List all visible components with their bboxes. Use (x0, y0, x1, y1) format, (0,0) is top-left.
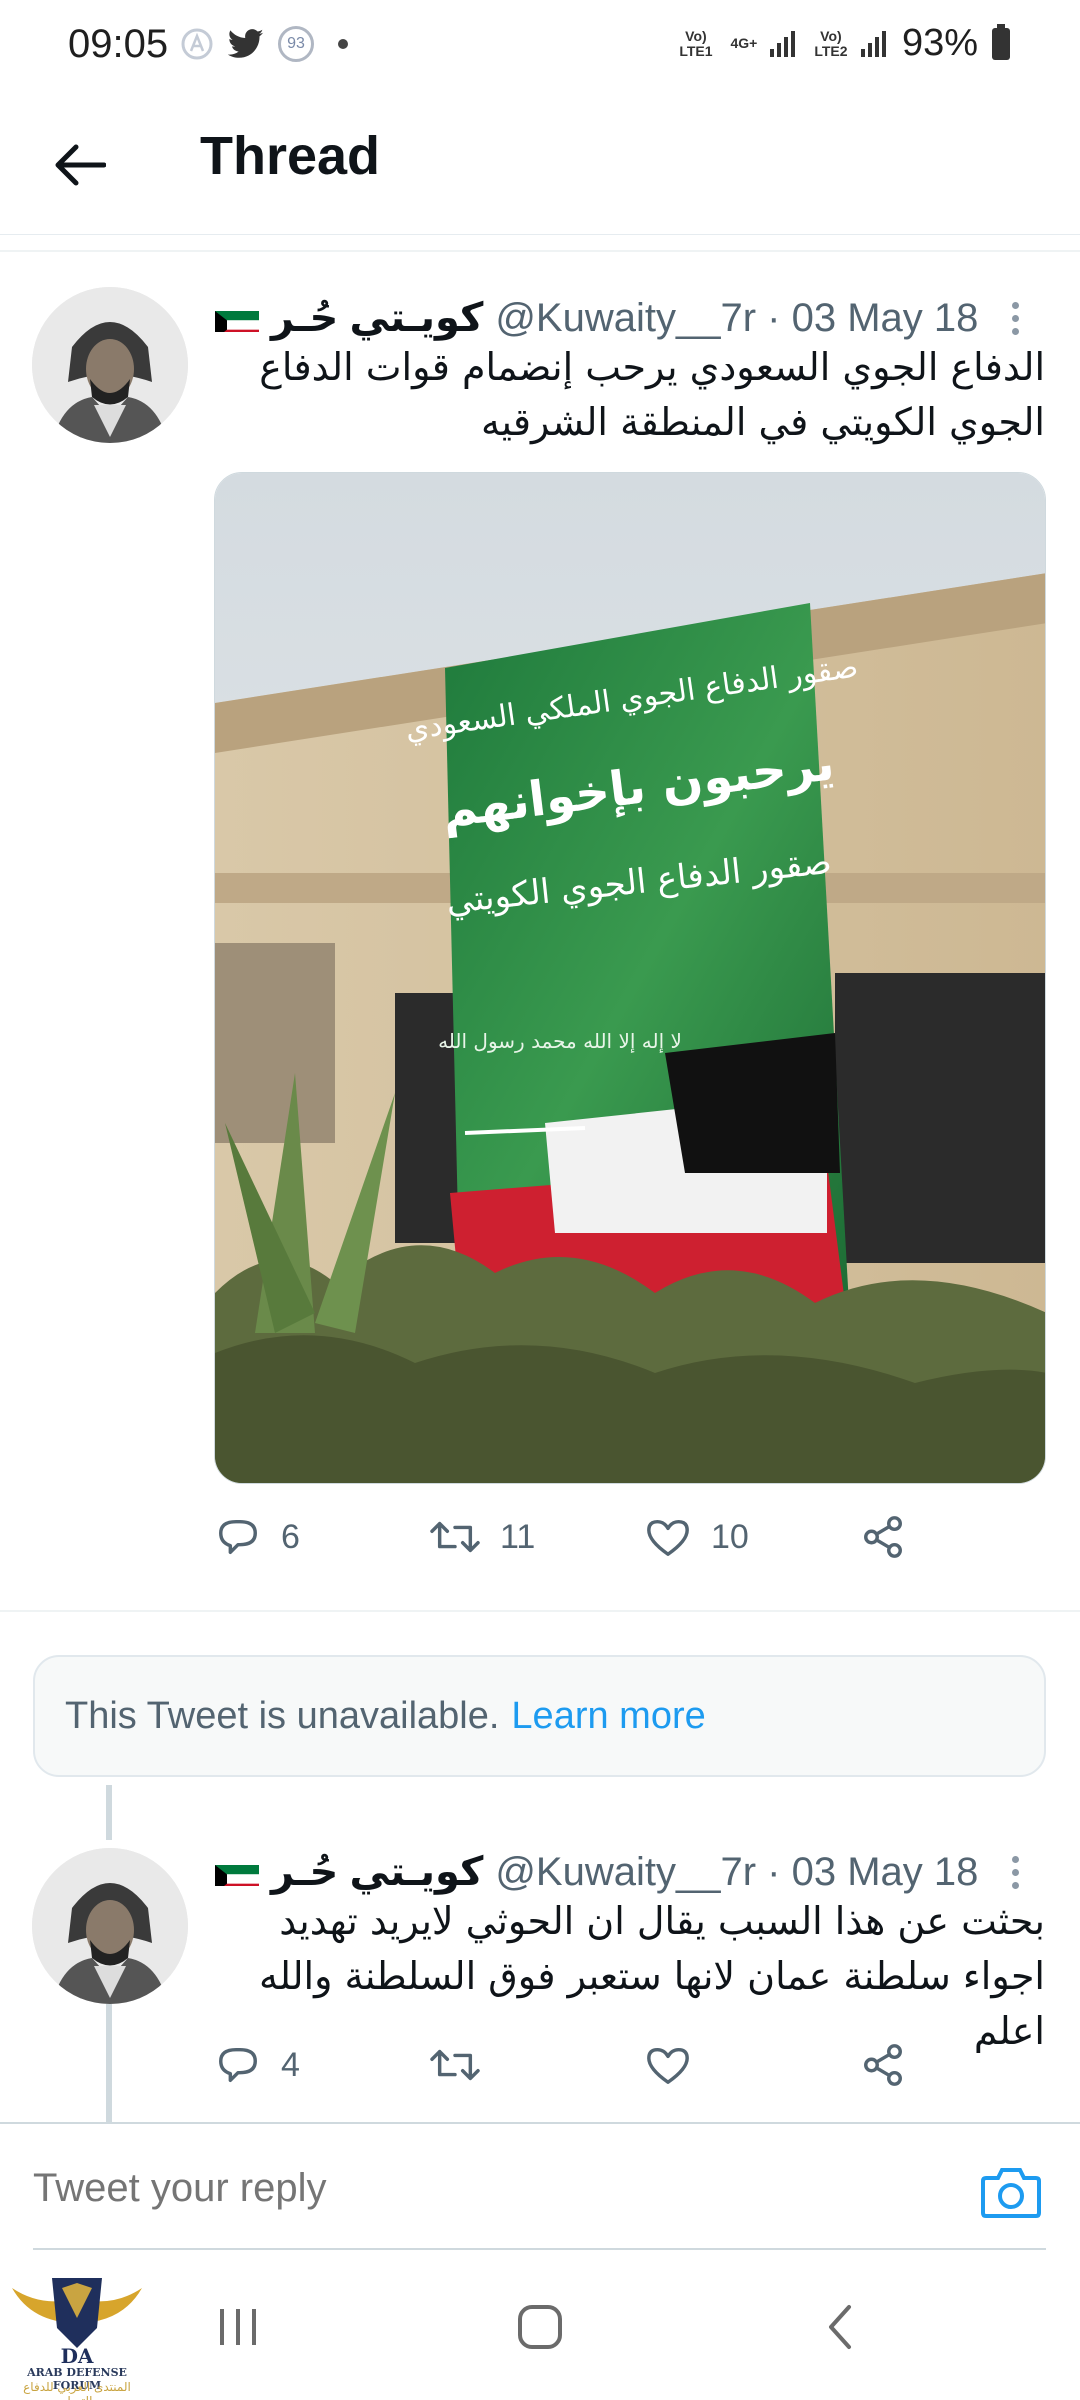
reply-composer (0, 2122, 1080, 2252)
camera-button[interactable] (980, 2164, 1042, 2220)
thread-connector-line (106, 1785, 112, 1840)
reply-count: 6 (281, 1517, 300, 1556)
network-lte1-label: Vo) LTE1 (679, 27, 713, 59)
like-count: 10 (711, 1517, 749, 1556)
like-button[interactable]: 10 (645, 1507, 749, 1567)
tweet-header: كويـتي حُـر @Kuwaity__7r · 03 May 18 (215, 1842, 978, 1902)
retweet-button[interactable]: 11 (430, 1507, 535, 1567)
tweet-actions: 4 (215, 2035, 955, 2095)
signal-icon-2 (860, 30, 886, 57)
notification-count-badge: 93 (278, 26, 314, 62)
app-notification-icon (181, 28, 213, 60)
watermark-logo-letters: DA (61, 2344, 94, 2368)
like-icon (647, 1519, 689, 1556)
retweet-button[interactable] (430, 2035, 480, 2095)
divider (0, 1610, 1080, 1612)
share-icon (864, 1516, 902, 1558)
tweet-media-image[interactable]: صقور الدفاع الجوي الملكي السعودي يرحبون … (214, 472, 1046, 1484)
reply-input[interactable] (33, 2158, 913, 2218)
divider (33, 2248, 1046, 2250)
back-button[interactable] (45, 130, 115, 200)
share-button[interactable] (860, 2035, 906, 2095)
watermark-logo: DA ARAB DEFENSE FORUM المنتدى العربي للد… (2, 2268, 152, 2400)
like-button[interactable] (645, 2035, 691, 2095)
notification-icons: 93 (180, 26, 348, 62)
reply-icon (219, 2047, 257, 2083)
avatar-portrait (32, 1848, 188, 2004)
like-icon (647, 2047, 689, 2084)
kuwait-flag-icon (215, 304, 259, 332)
status-bar: 09:05 93 Vo) LTE1 4G+ Vo) LTE2 93% (0, 0, 1080, 95)
tweet-actions: 6 11 10 (215, 1507, 955, 1567)
system-indicators: Vo) LTE1 4G+ Vo) LTE2 93% (674, 22, 1010, 65)
home-button[interactable] (500, 2297, 580, 2357)
battery-icon (992, 23, 1010, 60)
recents-button[interactable] (198, 2297, 278, 2357)
avatar[interactable] (32, 287, 188, 443)
system-nav-bar (0, 2252, 1080, 2400)
twitter-bird-icon (228, 29, 264, 58)
avatar-portrait (32, 287, 188, 443)
banner-photo: صقور الدفاع الجوي الملكي السعودي يرحبون … (215, 473, 1045, 1483)
unavailable-tweet-notice: This Tweet is unavailable. Learn more (33, 1655, 1046, 1777)
tweet-header: كويـتي حُـر @Kuwaity__7r · 03 May 18 (215, 288, 978, 348)
camera-icon (981, 2168, 1041, 2218)
reply-count: 4 (281, 2045, 300, 2084)
more-options-button[interactable] (995, 288, 1035, 348)
unavailable-message: This Tweet is unavailable. (65, 1694, 500, 1737)
home-icon (518, 2305, 562, 2349)
author-name[interactable]: كويـتي حُـر (271, 1849, 483, 1895)
back-arrow-icon (55, 144, 106, 186)
reply-button[interactable]: 4 (215, 2035, 300, 2095)
system-back-button[interactable] (800, 2297, 880, 2357)
more-options-button[interactable] (995, 1842, 1035, 1902)
kuwait-flag-icon (215, 1858, 259, 1886)
share-button[interactable] (860, 1507, 906, 1567)
signal-icon (769, 30, 795, 57)
banner-seal-text: لا إله إلا الله محمد رسول الله (438, 1029, 682, 1054)
reply-icon (219, 1519, 257, 1555)
avatar[interactable] (32, 1848, 188, 2004)
more-notifications-dot (338, 39, 348, 49)
recents-icon (220, 2309, 256, 2345)
more-vertical-icon (1011, 1855, 1019, 1863)
retweet-count: 11 (500, 1517, 536, 1556)
tweet-text: الدفاع الجوي السعودي يرحب إنضمام قوات ال… (259, 345, 1045, 444)
network-lte2-label: Vo) LTE2 (814, 27, 848, 59)
status-time: 09:05 (68, 22, 169, 66)
tweet[interactable]: كويـتي حُـر @Kuwaity__7r · 03 May 18 الد… (0, 250, 1080, 1610)
author-handle-date: @Kuwaity__7r · 03 May 18 (495, 1849, 979, 1894)
retweet-icon (430, 2049, 480, 2081)
back-icon (829, 2305, 851, 2349)
battery-percent: 93% (901, 22, 978, 64)
page-title: Thread (200, 126, 381, 186)
more-vertical-icon (1011, 301, 1019, 309)
watermark-text-ar: المنتدى العربي للدفاع والتسليح (23, 2380, 131, 2400)
learn-more-link[interactable]: Learn more (511, 1695, 705, 1738)
author-handle-date: @Kuwaity__7r · 03 May 18 (495, 295, 979, 340)
network-4g-label: 4G+ (730, 35, 758, 51)
thread-header: Thread (0, 95, 1080, 235)
reply-button[interactable]: 6 (215, 1507, 300, 1567)
tweet[interactable]: كويـتي حُـر @Kuwaity__7r · 03 May 18 بحث… (0, 1840, 1080, 2122)
retweet-icon (430, 1521, 480, 1553)
forum-emblem-icon: DA (12, 2278, 142, 2368)
author-name[interactable]: كويـتي حُـر (271, 295, 483, 341)
share-icon (864, 2044, 902, 2086)
